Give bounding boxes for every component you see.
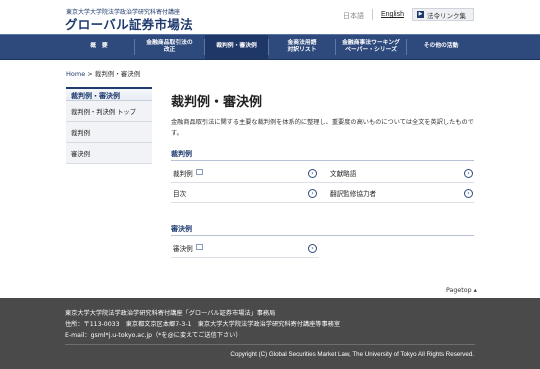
lang-english-link[interactable]: English xyxy=(381,11,404,18)
lang-japanese-link[interactable]: 日本語 xyxy=(343,11,364,21)
link-decisions[interactable]: 審決例 xyxy=(173,242,203,254)
footer-copyright: Copyright (C) Global Securities Market L… xyxy=(230,351,474,358)
breadcrumb: Home > 裁判例・審決例 xyxy=(66,68,140,78)
section-heading-decisions: 審決例 xyxy=(171,224,474,236)
lang-divider xyxy=(372,9,373,20)
link-abbreviations-label: 文献略語 xyxy=(330,170,357,178)
link-abbreviations[interactable]: 文献略語 xyxy=(330,167,356,179)
law-links-label: 法令リンク集 xyxy=(427,11,466,20)
link-cases[interactable]: 裁判例 xyxy=(173,167,203,179)
nav-glossary[interactable]: 金商法用語 対訳リスト xyxy=(269,35,335,59)
external-window-icon xyxy=(195,169,203,175)
link-cases-label: 裁判例 xyxy=(173,170,193,178)
footer-email: E-mail：gsml*j.u-tokyo.ac.jp（*を@に変えてご送信下さ… xyxy=(65,332,242,339)
sidebar-item-top[interactable]: 裁判例・判決例 トップ xyxy=(66,101,152,122)
sidebar-item-decisions[interactable]: 審決例 xyxy=(66,143,152,164)
row-divider xyxy=(171,182,474,183)
footer-office-name: 東京大学大学院法学政治学研究科寄付講座「グローバル証券市場法」事務局 xyxy=(65,310,276,317)
arrow-right-circle-icon[interactable]: › xyxy=(464,169,473,178)
sidebar-item-cases[interactable]: 裁判例 xyxy=(66,122,152,143)
nav-other-activities[interactable]: その他の活動 xyxy=(407,35,475,59)
sidebar: 裁判例・審決例 裁判例・判決例 トップ 裁判例 審決例 xyxy=(66,87,152,164)
link-decisions-label: 審決例 xyxy=(173,245,193,253)
arrow-right-circle-icon[interactable]: › xyxy=(308,189,317,198)
breadcrumb-separator: > xyxy=(85,70,95,78)
link-translators[interactable]: 翻訳監修協力者 xyxy=(330,187,376,199)
site-footer: 東京大学大学院法学政治学研究科寄付講座「グローバル証券市場法」事務局 住所：〒1… xyxy=(0,298,540,369)
nav-overview[interactable]: 概 要 xyxy=(64,35,134,59)
pagetop-link[interactable]: Pagetop ▴ xyxy=(446,287,477,294)
link-contents[interactable]: 目次 xyxy=(173,187,186,199)
footer-divider xyxy=(65,344,475,345)
arrow-right-circle-icon[interactable]: › xyxy=(308,169,317,178)
breadcrumb-home[interactable]: Home xyxy=(66,70,85,78)
sidebar-title: 裁判例・審決例 xyxy=(66,87,152,101)
row-divider xyxy=(171,202,474,203)
link-translators-label: 翻訳監修協力者 xyxy=(330,190,377,198)
site-logo[interactable]: グローバル証券市場法 xyxy=(65,14,193,33)
page-title: 裁判例・審決例 xyxy=(171,95,263,110)
arrow-right-icon: ▶ xyxy=(417,11,424,18)
nav-fiea-amendments[interactable]: 金融商品取引法の 改正 xyxy=(135,35,204,59)
arrow-right-circle-icon[interactable]: › xyxy=(464,189,473,198)
section-heading-cases: 裁判例 xyxy=(171,149,474,161)
global-nav: 概 要 金融商品取引法の 改正 裁判例・審決例 金商法用語 対訳リスト 金融商事… xyxy=(0,34,540,60)
nav-cases[interactable]: 裁判例・審決例 xyxy=(205,35,268,59)
site-header: 東京大学大学院法学政治学研究科寄付講座 グローバル証券市場法 日本語 Engli… xyxy=(0,0,540,34)
intro-text: 金融商品取引法に関する主要な裁判例を体系的に整理し、重要度の高いものについては全… xyxy=(171,119,474,137)
external-window-icon xyxy=(195,244,203,250)
nav-working-papers[interactable]: 金融商事法ワーキング ペーパー・シリーズ xyxy=(336,35,406,59)
arrow-right-circle-icon[interactable]: › xyxy=(308,244,317,253)
row-divider xyxy=(171,257,319,258)
breadcrumb-current: 裁判例・審決例 xyxy=(94,70,141,78)
footer-address: 住所：〒113-0033 東京都文京区本郷7-3-1 東京大学大学院法学政治学研… xyxy=(65,321,341,328)
link-contents-label: 目次 xyxy=(173,190,187,198)
law-links-button[interactable]: ▶ 法令リンク集 xyxy=(412,8,474,21)
